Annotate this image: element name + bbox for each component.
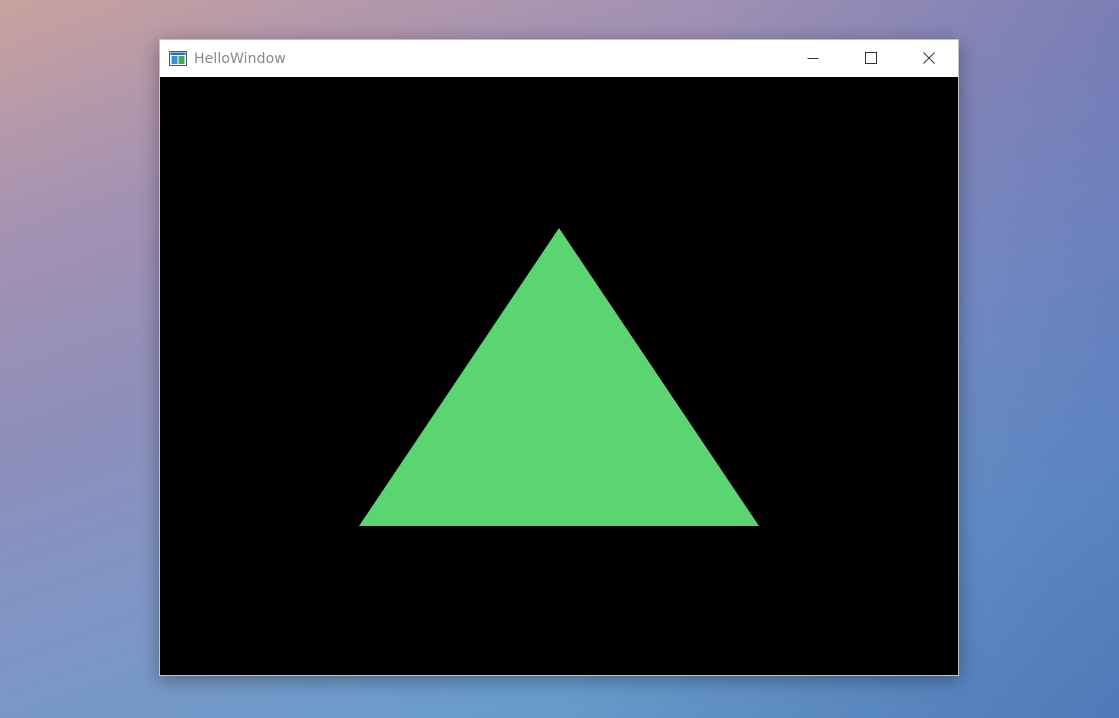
minimize-button[interactable] xyxy=(784,40,842,77)
application-window-icon[interactable] xyxy=(168,51,188,67)
window-title: HelloWindow xyxy=(194,50,286,67)
caption-buttons xyxy=(784,40,958,77)
render-surface xyxy=(359,228,759,526)
title-bar[interactable]: HelloWindow xyxy=(160,40,958,77)
close-button[interactable] xyxy=(900,40,958,77)
render-canvas[interactable] xyxy=(160,77,958,675)
application-window: HelloWindow xyxy=(159,39,959,676)
close-icon xyxy=(923,49,935,68)
maximize-icon xyxy=(865,49,877,68)
green-triangle xyxy=(359,228,759,526)
minimize-icon xyxy=(807,49,819,68)
maximize-button[interactable] xyxy=(842,40,900,77)
